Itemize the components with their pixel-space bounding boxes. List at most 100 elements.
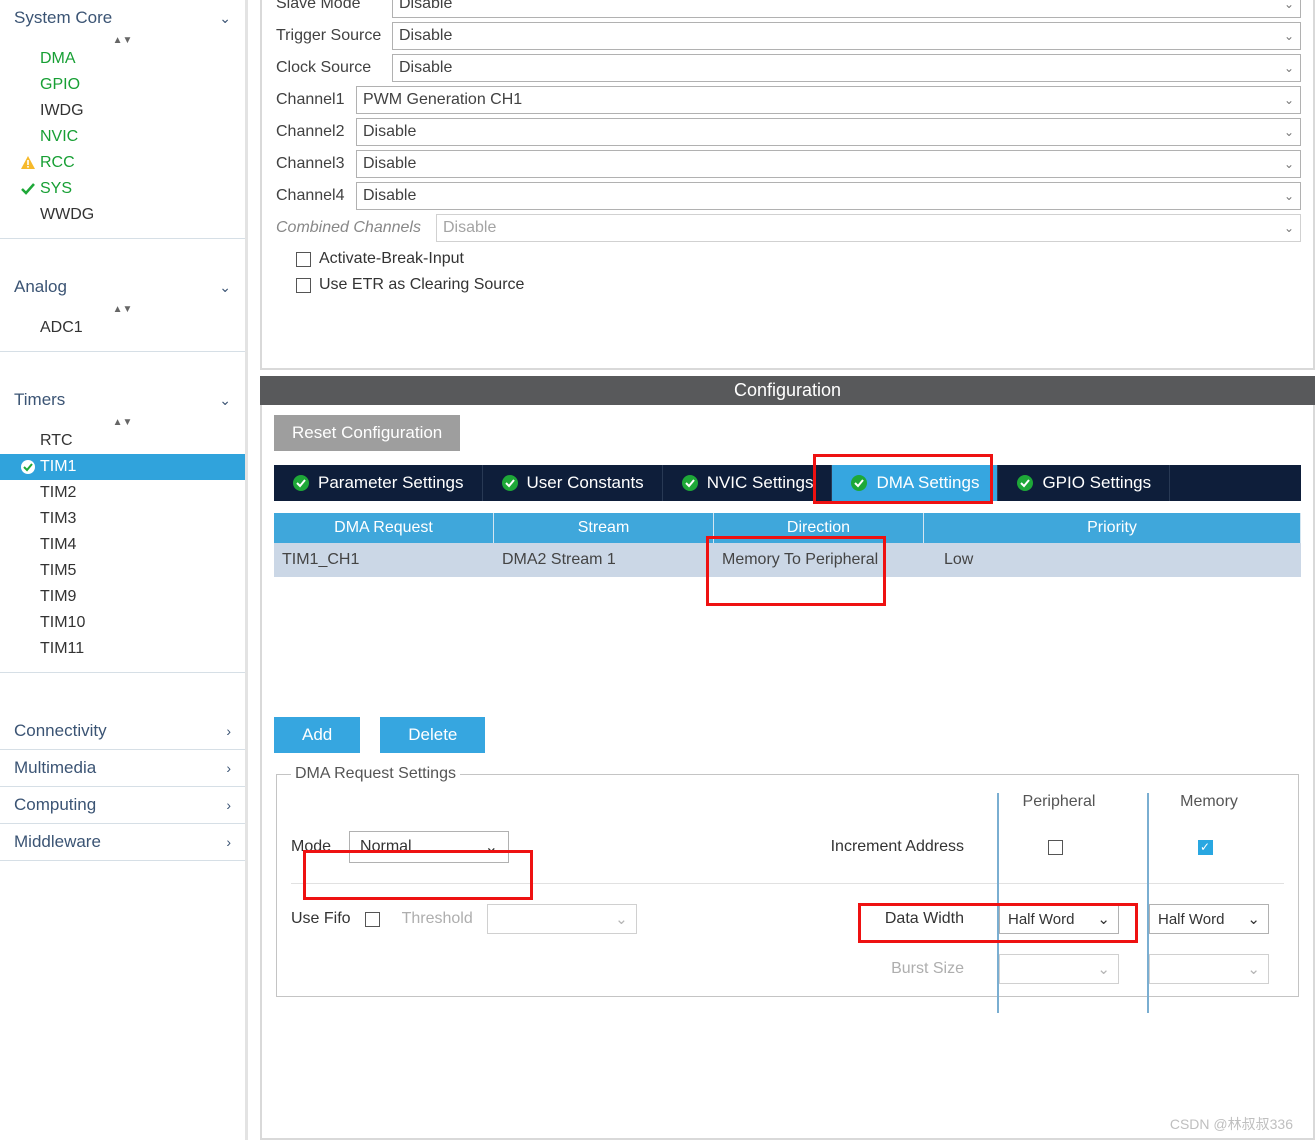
sort-arrows-icon[interactable]: ▲▼ xyxy=(0,418,245,428)
td-direction: Memory To Peripheral xyxy=(714,543,924,577)
select-burst-memory: ⌄ xyxy=(1149,954,1269,984)
th-direction[interactable]: Direction xyxy=(714,513,924,543)
select-data-width-memory[interactable]: Half Word⌄ xyxy=(1149,904,1269,934)
select-clock-source[interactable]: Disable⌄ xyxy=(392,54,1301,82)
sidebar-item-rtc[interactable]: RTC xyxy=(0,428,245,454)
category-label: Timers xyxy=(14,390,65,410)
sidebar-item-tim2[interactable]: TIM2 xyxy=(0,480,245,506)
checkbox-use-etr[interactable]: Use ETR as Clearing Source xyxy=(276,272,1301,298)
table-row[interactable]: TIM1_CH1 DMA2 Stream 1 Memory To Periphe… xyxy=(274,543,1301,577)
chevron-down-icon: ⌄ xyxy=(485,837,498,857)
category-header-analog[interactable]: Analog ⌄ xyxy=(0,269,245,305)
sort-arrows-icon[interactable]: ▲▼ xyxy=(0,36,245,46)
select-channel4[interactable]: Disable⌄ xyxy=(356,182,1301,210)
sidebar-item-rcc[interactable]: RCC xyxy=(0,150,245,176)
tab-dma-settings[interactable]: DMA Settings xyxy=(832,465,998,501)
tab-gpio-settings[interactable]: GPIO Settings xyxy=(998,465,1170,501)
td-priority: Low xyxy=(924,543,1301,577)
chevron-down-icon: ⌄ xyxy=(219,392,231,409)
label-combined-channels: Combined Channels xyxy=(276,219,436,237)
select-slave-mode[interactable]: Disable⌄ xyxy=(392,0,1301,18)
category-header-computing[interactable]: Computing › xyxy=(0,787,245,823)
chevron-down-icon: ⌄ xyxy=(1097,960,1110,978)
select-data-width-peripheral[interactable]: Half Word⌄ xyxy=(999,904,1119,934)
label-threshold: Threshold xyxy=(402,910,473,928)
category-label: Analog xyxy=(14,277,67,297)
td-stream: DMA2 Stream 1 xyxy=(494,543,714,577)
sidebar-item-tim1[interactable]: TIM1 xyxy=(0,454,245,480)
sidebar-item-tim3[interactable]: TIM3 xyxy=(0,506,245,532)
sidebar-item-iwdg[interactable]: IWDG xyxy=(0,98,245,124)
sidebar-item-tim10[interactable]: TIM10 xyxy=(0,610,245,636)
category-header-timers[interactable]: Timers ⌄ xyxy=(0,382,245,418)
sidebar-item-tim5[interactable]: TIM5 xyxy=(0,558,245,584)
label-channel4: Channel4 xyxy=(276,187,356,205)
sidebar: System Core ⌄ ▲▼ DMA GPIO IWDG NVIC RCC … xyxy=(0,0,248,1140)
sidebar-item-sys[interactable]: SYS xyxy=(0,176,245,202)
chevron-down-icon: ⌄ xyxy=(1284,61,1294,75)
sidebar-item-nvic[interactable]: NVIC xyxy=(0,124,245,150)
category-connectivity: Connectivity › xyxy=(0,713,245,750)
chevron-down-icon: ⌄ xyxy=(1247,910,1260,928)
add-button[interactable]: Add xyxy=(274,717,360,753)
check-circle-icon xyxy=(681,474,699,492)
warning-icon xyxy=(20,155,36,171)
select-dma-mode[interactable]: Normal⌄ xyxy=(349,831,509,863)
label-slave-mode: Slave Mode xyxy=(276,0,392,13)
check-circle-icon xyxy=(501,474,519,492)
chevron-right-icon: › xyxy=(226,834,231,850)
tab-nvic-settings[interactable]: NVIC Settings xyxy=(663,465,833,501)
delete-button[interactable]: Delete xyxy=(380,717,485,753)
select-channel3[interactable]: Disable⌄ xyxy=(356,150,1301,178)
sidebar-item-wwdg[interactable]: WWDG xyxy=(0,202,245,228)
checkbox-icon xyxy=(296,278,311,293)
tab-user-constants[interactable]: User Constants xyxy=(483,465,663,501)
checkbox-inc-peripheral[interactable] xyxy=(1048,840,1063,855)
sidebar-item-adc1[interactable]: ADC1 xyxy=(0,315,245,341)
divider xyxy=(997,793,999,1013)
chevron-right-icon: › xyxy=(226,723,231,739)
td-dma-request: TIM1_CH1 xyxy=(274,543,494,577)
category-label: Computing xyxy=(14,795,96,815)
chevron-down-icon: ⌄ xyxy=(1284,189,1294,203)
chevron-down-icon: ⌄ xyxy=(1284,221,1294,235)
label-clock-source: Clock Source xyxy=(276,59,392,77)
chevron-down-icon: ⌄ xyxy=(219,10,231,27)
select-trigger-source[interactable]: Disable⌄ xyxy=(392,22,1301,50)
checkbox-activate-break[interactable]: Activate-Break-Input xyxy=(276,246,1301,272)
category-label: System Core xyxy=(14,8,112,28)
checkbox-inc-memory[interactable]: ✓ xyxy=(1198,840,1213,855)
sidebar-item-gpio[interactable]: GPIO xyxy=(0,72,245,98)
chevron-right-icon: › xyxy=(226,760,231,776)
label-burst-size: Burst Size xyxy=(784,960,984,978)
configuration-body: Reset Configuration Parameter Settings U… xyxy=(260,405,1315,1140)
th-stream[interactable]: Stream xyxy=(494,513,714,543)
category-system-core: System Core ⌄ ▲▼ DMA GPIO IWDG NVIC RCC … xyxy=(0,0,245,239)
chevron-down-icon: ⌄ xyxy=(1284,125,1294,139)
sidebar-item-dma[interactable]: DMA xyxy=(0,46,245,72)
category-analog: Analog ⌄ ▲▼ ADC1 xyxy=(0,269,245,352)
chevron-down-icon: ⌄ xyxy=(1284,0,1294,11)
select-threshold: ⌄ xyxy=(487,904,637,934)
label-channel3: Channel3 xyxy=(276,155,356,173)
sidebar-item-tim4[interactable]: TIM4 xyxy=(0,532,245,558)
check-icon xyxy=(20,181,36,197)
th-priority[interactable]: Priority xyxy=(924,513,1301,543)
chevron-down-icon: ⌄ xyxy=(1097,910,1110,928)
category-header-multimedia[interactable]: Multimedia › xyxy=(0,750,245,786)
reset-configuration-button[interactable]: Reset Configuration xyxy=(274,415,460,451)
sidebar-item-tim9[interactable]: TIM9 xyxy=(0,584,245,610)
select-channel1[interactable]: PWM Generation CH1⌄ xyxy=(356,86,1301,114)
sidebar-item-tim11[interactable]: TIM11 xyxy=(0,636,245,662)
table-header-row: DMA Request Stream Direction Priority xyxy=(274,513,1301,543)
category-header-connectivity[interactable]: Connectivity › xyxy=(0,713,245,749)
category-header-middleware[interactable]: Middleware › xyxy=(0,824,245,860)
checkbox-use-fifo[interactable] xyxy=(365,912,380,927)
check-circle-icon xyxy=(1016,474,1034,492)
config-tabs: Parameter Settings User Constants NVIC S… xyxy=(274,465,1301,501)
category-header-system-core[interactable]: System Core ⌄ xyxy=(0,0,245,36)
select-channel2[interactable]: Disable⌄ xyxy=(356,118,1301,146)
sort-arrows-icon[interactable]: ▲▼ xyxy=(0,305,245,315)
tab-parameter-settings[interactable]: Parameter Settings xyxy=(274,465,483,501)
th-dma-request[interactable]: DMA Request xyxy=(274,513,494,543)
